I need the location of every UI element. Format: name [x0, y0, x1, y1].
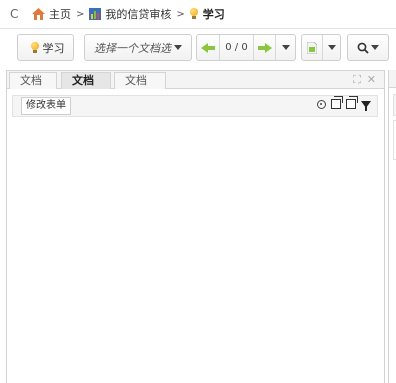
- document-selector[interactable]: 选择一个文档选: [84, 34, 192, 61]
- learn-button[interactable]: 学习: [17, 34, 74, 61]
- breadcrumb-separator: >: [76, 8, 85, 20]
- chevron-down-icon: [174, 45, 182, 50]
- edit-form-button[interactable]: 修改表单: [21, 97, 71, 115]
- right-panel-tab-strip: [389, 70, 396, 88]
- document-action-button[interactable]: [301, 34, 341, 61]
- maximize-icon[interactable]: ⛶: [353, 73, 361, 86]
- copy-window-icon[interactable]: [346, 96, 358, 109]
- breadcrumb-current: 学习: [189, 6, 225, 22]
- document-action-dropdown[interactable]: [322, 35, 340, 60]
- right-panel: [388, 70, 396, 383]
- panel-tools: ⛶ ✕: [353, 73, 376, 86]
- breadcrumb: C 主页 > 我的信贷审核 > 学习: [0, 0, 396, 29]
- chevron-down-icon: [327, 45, 336, 50]
- navigator-dropdown[interactable]: [275, 35, 295, 60]
- breadcrumb-current-label: 学习: [202, 8, 225, 21]
- breadcrumb-credit-review[interactable]: 我的信贷审核: [89, 6, 171, 22]
- toolbar: 学习 选择一个文档选 0 / 0: [0, 29, 396, 65]
- close-icon[interactable]: ✕: [367, 73, 376, 86]
- breadcrumb-home-label: 主页: [49, 8, 71, 21]
- subtoolbar-icons: [317, 96, 371, 111]
- chevron-down-icon: [371, 45, 379, 50]
- tab-document-3[interactable]: 文档: [114, 72, 166, 89]
- chart-icon: [89, 8, 102, 20]
- locate-icon[interactable]: [317, 99, 326, 109]
- tab-document-2[interactable]: 文档: [61, 72, 111, 89]
- tab-document-1[interactable]: 文档: [9, 72, 57, 89]
- home-icon: [32, 8, 45, 20]
- chevron-down-icon: [281, 45, 290, 50]
- lightbulb-icon: [30, 41, 39, 54]
- learn-button-label: 学习: [42, 41, 65, 55]
- lightbulb-icon: [189, 8, 198, 20]
- next-button[interactable]: [253, 35, 275, 60]
- tab-strip: 文档 文档 文档 ⛶ ✕: [7, 71, 384, 89]
- filter-icon[interactable]: [361, 100, 371, 111]
- arrow-left-icon: [201, 42, 215, 53]
- search-icon: [357, 42, 369, 54]
- document-panel: 文档 文档 文档 ⛶ ✕ 修改表单: [6, 70, 385, 383]
- record-navigator: 0 / 0: [196, 34, 296, 61]
- refresh-icon[interactable]: C: [10, 7, 22, 21]
- panel-subtoolbar: 修改表单: [12, 95, 378, 117]
- breadcrumb-home[interactable]: 主页: [32, 6, 71, 22]
- previous-button[interactable]: [197, 35, 219, 60]
- search-button[interactable]: [347, 34, 389, 61]
- document-selector-label: 选择一个文档选: [94, 41, 171, 55]
- document-icon: [307, 41, 317, 54]
- breadcrumb-credit-review-label: 我的信贷审核: [105, 8, 172, 21]
- arrow-right-icon: [257, 42, 272, 53]
- restore-window-icon[interactable]: [331, 96, 343, 109]
- page-counter: 0 / 0: [219, 35, 253, 60]
- breadcrumb-separator: >: [176, 8, 185, 20]
